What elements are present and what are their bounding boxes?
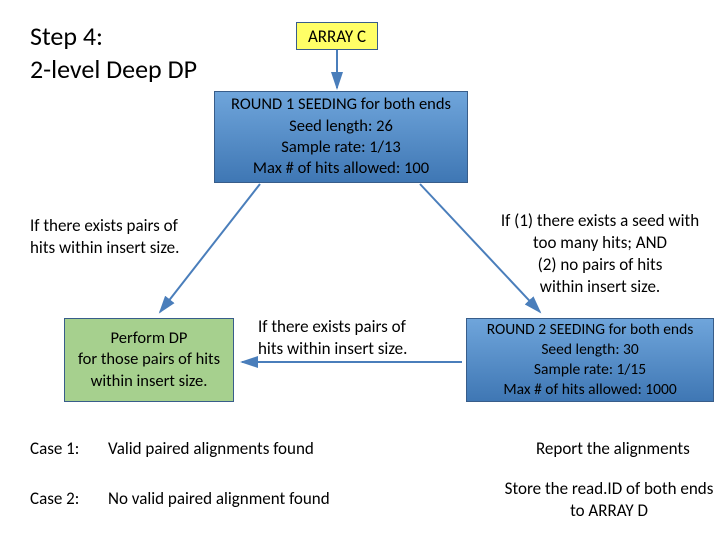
round1-box: ROUND 1 SEEDING for both ends Seed lengt… xyxy=(214,91,468,183)
round2-box: ROUND 2 SEEDING for both ends Seed lengt… xyxy=(466,318,714,402)
array-c-label: ARRAY C xyxy=(308,26,366,47)
round1-heading: ROUND 1 SEEDING for both ends xyxy=(231,94,451,115)
case1-text: Valid paired alignments found xyxy=(108,438,314,459)
right-condition: If (1) there exists a seed with too many… xyxy=(490,210,710,298)
title-line2: 2-level Deep DP xyxy=(30,53,197,85)
right-cond-line2: too many hits; AND xyxy=(490,232,710,254)
perform-dp-box: Perform DP for those pairs of hits withi… xyxy=(64,318,234,402)
round1-sample-rate: Sample rate: 1/13 xyxy=(281,137,400,158)
case1-label: Case 1: xyxy=(30,438,79,459)
right-cond-line1: If (1) there exists a seed with xyxy=(490,210,710,232)
case2-result: Store the read.ID of both ends to ARRAY … xyxy=(500,478,718,522)
case1-result: Report the alignments xyxy=(536,438,690,460)
mid-condition: If there exists pairs of hits within ins… xyxy=(258,316,448,360)
mid-cond-line1: If there exists pairs of xyxy=(258,316,448,338)
round1-seed-length: Seed length: 26 xyxy=(289,116,393,137)
round2-max-hits: Max # of hits allowed: 1000 xyxy=(503,380,676,400)
title-line1: Step 4: xyxy=(30,20,103,52)
left-condition: If there exists pairs of hits within ins… xyxy=(30,215,210,259)
right-cond-line4: within insert size. xyxy=(490,276,710,298)
round2-seed-length: Seed length: 30 xyxy=(541,340,638,360)
mid-cond-line2: hits within insert size. xyxy=(258,338,448,360)
case2-label: Case 2: xyxy=(30,488,79,509)
round2-sample-rate: Sample rate: 1/15 xyxy=(534,360,646,380)
left-cond-line1: If there exists pairs of xyxy=(30,215,210,237)
left-cond-line2: hits within insert size. xyxy=(30,237,210,259)
array-c-box: ARRAY C xyxy=(296,22,378,50)
round2-heading: ROUND 2 SEEDING for both ends xyxy=(487,320,694,340)
right-cond-line3: (2) no pairs of hits xyxy=(490,254,710,276)
step-title: Step 4: 2-level Deep DP xyxy=(30,20,197,85)
case2-text: No valid paired alignment found xyxy=(108,488,330,509)
perform-dp-line2: for those pairs of hits xyxy=(78,349,220,370)
perform-dp-line1: Perform DP xyxy=(111,328,188,349)
perform-dp-line3: within insert size. xyxy=(91,371,208,392)
round1-max-hits: Max # of hits allowed: 100 xyxy=(253,158,429,179)
